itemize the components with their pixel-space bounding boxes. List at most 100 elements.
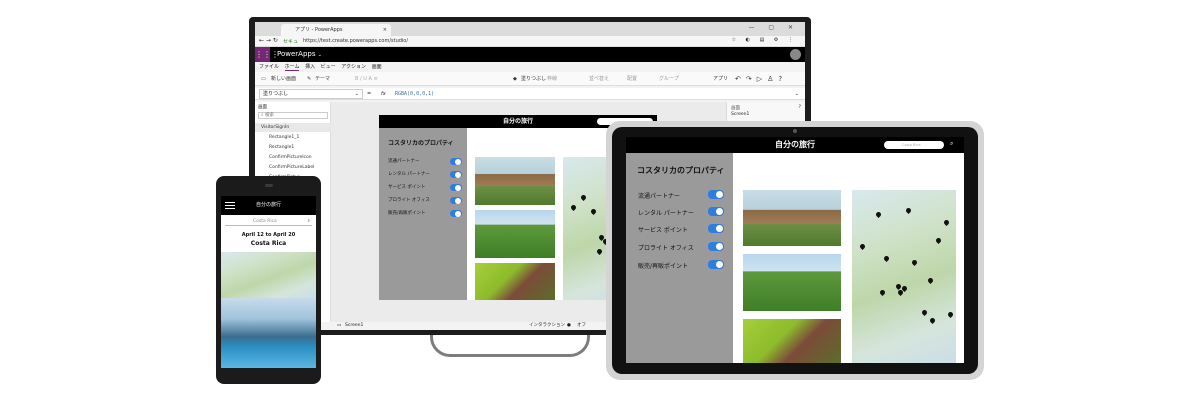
property-photo-cottage[interactable]: [475, 210, 555, 258]
property-photo-deck[interactable]: [743, 190, 841, 246]
map-pin-icon[interactable]: [910, 258, 919, 267]
props-title: 画面: [731, 106, 740, 111]
fill-icon[interactable]: ◆: [513, 72, 517, 86]
powerapps-header: ⋮⋮⋮ PowerApps ⌄: [255, 47, 805, 62]
phone-map[interactable]: [221, 252, 316, 298]
chevron-down-icon[interactable]: ⌄: [318, 52, 322, 58]
app-sidebar-title: コスタリカのプロパティ: [388, 140, 454, 147]
window-controls[interactable]: — ▢ ✕: [748, 24, 799, 31]
border-button[interactable]: 枠線: [547, 72, 557, 86]
map-pin-icon[interactable]: [942, 218, 951, 227]
studio-menu: ファイル ホーム 挿入 ビュー アクション 画面: [255, 62, 805, 72]
reorder-button[interactable]: 並べ替え: [589, 72, 609, 86]
font-controls[interactable]: B / U A ≡: [355, 72, 378, 86]
hamburger-menu-icon[interactable]: [225, 202, 235, 209]
app-sidebar-title: コスタリカのプロパティ: [637, 166, 725, 175]
phone-speaker: [265, 184, 273, 187]
app-checker-button[interactable]: アプリ: [713, 72, 728, 86]
menu-screen[interactable]: 画面: [372, 64, 382, 70]
map-pin-icon[interactable]: [878, 288, 887, 297]
map-pin-icon[interactable]: [569, 203, 578, 212]
map-pin-icon[interactable]: [904, 206, 913, 215]
app-search-input[interactable]: Costa Rica: [884, 141, 944, 149]
theme-button[interactable]: テーマ: [315, 72, 330, 86]
browser-tab[interactable]: アプリ - PowerApps ×: [281, 24, 391, 36]
property-dropdown[interactable]: 塗りつぶし ⌄: [259, 89, 363, 99]
waffle-icon[interactable]: ⋮⋮⋮: [255, 47, 279, 62]
undo-redo-play-icons[interactable]: ↶↷▷♙?: [735, 72, 787, 86]
menu-action[interactable]: アクション: [341, 64, 366, 70]
group-button[interactable]: グループ: [659, 72, 679, 86]
nav-arrows-icon[interactable]: ← → ↻: [259, 37, 278, 44]
map-pin-icon[interactable]: [589, 207, 598, 216]
map-pin-icon[interactable]: [858, 242, 867, 251]
search-icon[interactable]: ⌕: [307, 217, 310, 226]
browser-tab-title: アプリ - PowerApps: [295, 27, 343, 33]
property-map[interactable]: [852, 190, 956, 363]
formula-bar: 塗りつぶし ⌄ = fx RGBA(0,0,0,1) ⌄: [255, 88, 805, 100]
map-pin-icon[interactable]: [926, 276, 935, 285]
tree-item-visitorsignin[interactable]: VisitorSignIn: [255, 123, 331, 132]
tablet-app-screen: 自分の旅行 Costa Rica ⌕ コスタリカのプロパティ 流通パートナー レ…: [626, 137, 964, 363]
menu-home[interactable]: ホーム: [284, 64, 300, 71]
property-photo-room[interactable]: [743, 319, 841, 363]
fill-button[interactable]: 塗りつぶし: [521, 72, 546, 86]
status-screen-name[interactable]: Screen1: [345, 322, 363, 330]
filter-toggle[interactable]: [708, 224, 724, 233]
fx-icon[interactable]: fx: [381, 88, 386, 100]
new-screen-button[interactable]: 新しい画面: [271, 72, 296, 86]
property-photo-cottage[interactable]: [743, 254, 841, 311]
filter-toggle[interactable]: [708, 190, 724, 199]
map-pin-icon[interactable]: [595, 247, 604, 256]
address-input[interactable]: https://test.create.powerapps.com/studio…: [303, 38, 408, 44]
map-pin-icon[interactable]: [934, 236, 943, 245]
phone-header-title: 自分の旅行: [255, 202, 281, 208]
filter-row: プロライト オフィス: [638, 242, 724, 252]
menu-view[interactable]: ビュー: [321, 64, 336, 70]
filter-toggle[interactable]: [708, 260, 724, 269]
filter-row: レンタル パートナー: [388, 171, 462, 178]
tree-item[interactable]: Rectangle1_1: [255, 133, 331, 142]
chevron-down-icon[interactable]: ⌄: [795, 88, 799, 100]
filter-toggle[interactable]: [708, 207, 724, 216]
map-pin-icon[interactable]: [579, 193, 588, 202]
map-pin-icon[interactable]: [946, 310, 955, 319]
map-pin-icon[interactable]: [920, 308, 929, 317]
tree-search-input[interactable]: ⌕ 検索: [258, 112, 328, 119]
app-filter-sidebar: コスタリカのプロパティ 流通パートナー レンタル パートナー サービス ポイント…: [626, 153, 733, 363]
powerapps-brand: PowerApps ⌄: [277, 50, 322, 58]
avatar[interactable]: [790, 49, 801, 60]
filter-toggle[interactable]: [450, 171, 462, 178]
tree-item[interactable]: ConfirmPictureLabel: [255, 163, 331, 172]
interaction-toggle-icon[interactable]: ●: [567, 322, 571, 330]
phone-property-photo[interactable]: [221, 298, 316, 368]
phone-app-screen: 自分の旅行 Costa Rica ⌕ April 12 to April 20 …: [221, 196, 316, 368]
filter-row: 販売/再販ポイント: [638, 260, 724, 270]
equals-sign: =: [367, 91, 372, 97]
align-button[interactable]: 配置: [627, 72, 637, 86]
property-photo-deck[interactable]: [475, 157, 555, 205]
property-photo-room[interactable]: [475, 263, 555, 300]
map-pin-icon[interactable]: [874, 210, 883, 219]
tree-item[interactable]: Rectangle1: [255, 143, 331, 152]
filter-toggle[interactable]: [450, 197, 462, 204]
search-icon[interactable]: ⌕: [950, 140, 953, 148]
filter-toggle[interactable]: [450, 158, 462, 165]
filter-toggle[interactable]: [708, 242, 724, 251]
filter-toggle[interactable]: [450, 184, 462, 191]
tree-item[interactable]: ConfirmPictureIcon: [255, 153, 331, 162]
theme-icon[interactable]: ✎: [307, 72, 311, 86]
map-pin-icon[interactable]: [928, 316, 937, 325]
browser-toolbar-icons[interactable]: ☆ ◐ ▤ ⚙ ⋮: [732, 37, 797, 43]
props-screen-name: Screen1: [731, 112, 750, 117]
map-pin-icon[interactable]: [882, 254, 891, 263]
filter-toggle[interactable]: [450, 210, 462, 217]
help-icon[interactable]: ?: [799, 105, 801, 110]
close-tab-icon[interactable]: ×: [383, 24, 387, 36]
formula-input[interactable]: RGBA(0,0,0,1): [395, 88, 434, 100]
menu-file[interactable]: ファイル: [259, 64, 279, 70]
trip-destination: Costa Rica: [250, 240, 287, 247]
menu-insert[interactable]: 挿入: [305, 64, 315, 70]
new-screen-icon[interactable]: ▭: [261, 72, 266, 86]
phone-search-input[interactable]: Costa Rica ⌕: [225, 217, 312, 226]
